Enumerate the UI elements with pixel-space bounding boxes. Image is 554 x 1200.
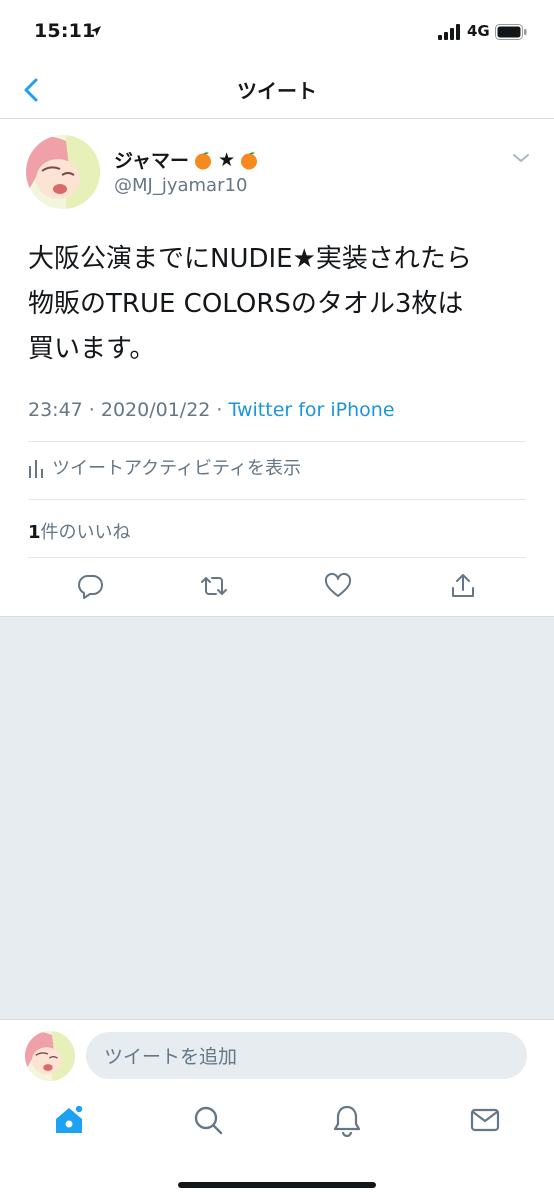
divider [28, 499, 526, 500]
likes-count: 1 [28, 522, 41, 543]
display-name[interactable]: ジャマー ★ [114, 146, 259, 173]
network-type: 4G [467, 22, 490, 40]
reply-placeholder: ツイートを追加 [104, 1046, 238, 1068]
location-arrow-icon [91, 26, 101, 36]
tweet-text: 大阪公演までにNUDIE★実装されたら 物販のTRUE COLORSのタオル3枚… [28, 237, 538, 372]
home-indicator[interactable] [178, 1182, 376, 1188]
signal-icon [438, 24, 460, 40]
reply-bar: ツイートを追加 [0, 1019, 554, 1089]
tweet-text-line: 大阪公演までにNUDIE★実装されたら [28, 244, 472, 274]
divider [28, 441, 526, 442]
heart-icon[interactable] [323, 571, 353, 601]
mail-icon[interactable] [468, 1103, 502, 1137]
status-time: 15:11 [34, 20, 96, 42]
share-icon[interactable] [448, 571, 478, 601]
source-link[interactable]: Twitter for iPhone [229, 399, 395, 421]
home-icon[interactable] [52, 1103, 86, 1137]
nav-bar: ツイート [0, 64, 554, 119]
page-title: ツイート [237, 79, 317, 103]
tangerine-emoji-icon [241, 151, 258, 169]
tangerine-emoji-icon [195, 151, 212, 169]
tweet-actions [0, 571, 554, 611]
avatar[interactable] [25, 1031, 75, 1081]
tweet-meta: 23:47 · 2020/01/22 · Twitter for iPhone [28, 399, 395, 421]
avatar-image [25, 1031, 75, 1081]
display-name-text: ジャマー [114, 150, 190, 172]
status-bar: 15:11 4G [0, 0, 554, 64]
retweet-icon[interactable] [199, 571, 229, 601]
tweet-detail: ジャマー ★ @MJ_jyamar10 大阪公演までにNUDIE★実装されたら … [0, 119, 554, 616]
likes-label: 件のいいね [40, 522, 131, 543]
chevron-down-icon[interactable] [512, 152, 530, 164]
comment-icon[interactable] [75, 571, 105, 601]
tweet-text-line: 物販のTRUE COLORSのタオル3枚は [28, 289, 464, 319]
likes-count-link[interactable]: 1件のいいね [28, 518, 131, 544]
user-handle[interactable]: @MJ_jyamar10 [114, 175, 247, 196]
activity-label: ツイートアクティビティを表示 [52, 458, 301, 479]
screen: 15:11 4G ツイート ジャマー ★ @MJ_jyamar10 大阪公演まで… [0, 0, 554, 1200]
name-star: ★ [218, 148, 236, 171]
bar-chart-icon [29, 460, 43, 478]
timestamp: 23:47 · 2020/01/22 · [28, 399, 229, 421]
bell-icon[interactable] [330, 1103, 364, 1137]
empty-replies-area [0, 616, 554, 1019]
divider [28, 557, 526, 558]
tweet-text-line: 買います。 [28, 334, 156, 364]
view-activity-link[interactable]: ツイートアクティビティを表示 [28, 454, 301, 480]
search-icon[interactable] [191, 1103, 225, 1137]
reply-input[interactable]: ツイートを追加 [86, 1032, 527, 1079]
avatar-image [26, 135, 100, 209]
battery-icon [495, 24, 527, 40]
avatar[interactable] [26, 135, 100, 209]
